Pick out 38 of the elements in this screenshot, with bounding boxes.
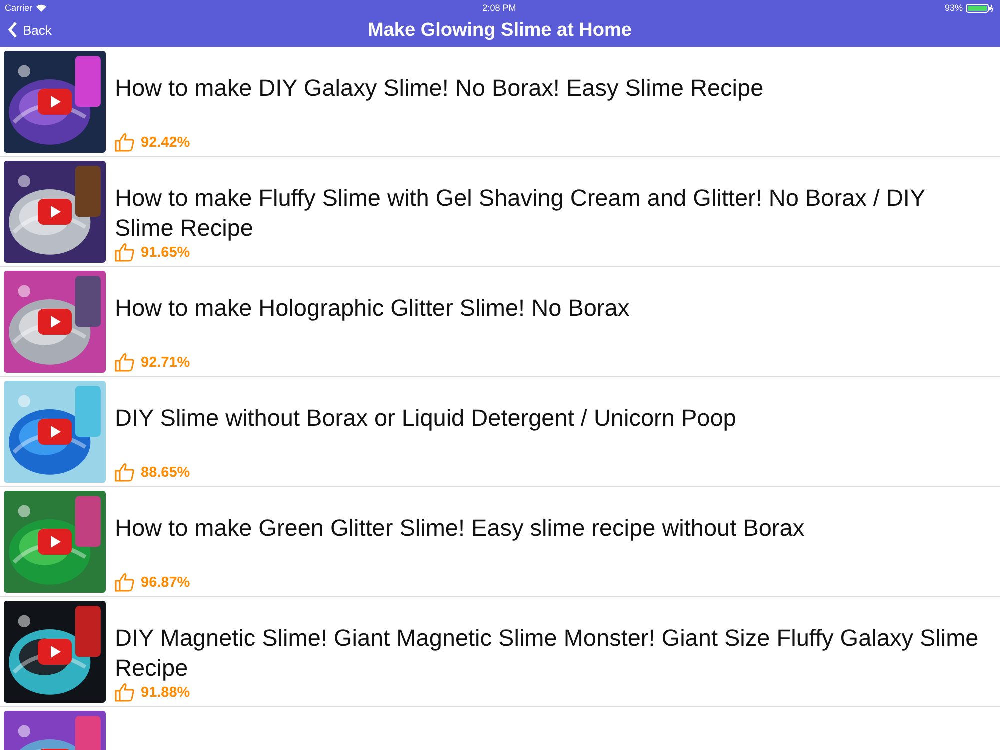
- rating-percent: 91.65%: [141, 244, 190, 260]
- video-row[interactable]: DIY Magnetic Slime! Giant Magnetic Slime Monster! Giant Size Fluffy Galaxy Slime Recipe 91.88%: [0, 597, 1000, 707]
- back-button[interactable]: Back: [8, 22, 52, 38]
- battery-icon: [966, 4, 994, 12]
- video-row[interactable]: How to make Holographic Glitter Slime! No Borax 92.71%: [0, 267, 1000, 377]
- video-row[interactable]: How to make Green Glitter Slime! Easy slime recipe without Borax 96.87%: [0, 487, 1000, 597]
- thumbs-up-icon: [115, 573, 135, 592]
- thumbs-up-icon: [115, 463, 135, 482]
- video-title: How to make Holographic Glitter Slime! No Borax: [115, 294, 631, 323]
- video-title: How to make Fluffy Slime with Gel Shaving Cream and Glitter! No Borax / DIY Slime Recipe: [115, 184, 926, 243]
- video-row[interactable]: How to make Fluffy Slime with Gel Shaving Cream and Glitter! No Borax / DIY Slime Recipe 91.65%: [0, 157, 1000, 267]
- clock-time: 2:08 PM: [482, 3, 516, 13]
- rating-percent: 92.71%: [141, 354, 190, 370]
- play-icon[interactable]: [38, 419, 72, 445]
- page-title: Make Glowing Slime at Home: [368, 20, 632, 42]
- video-title: How to make Green Glitter Slime! Easy slime recipe without Borax: [115, 514, 806, 543]
- video-title: DIY Slime without Borax or Liquid Detergent / Unicorn Poop: [115, 404, 738, 433]
- carrier-name: Carrier: [5, 3, 33, 13]
- play-icon[interactable]: [38, 89, 72, 115]
- video-row[interactable]: How to make DIY Galaxy Slime! No Borax! Easy Slime Recipe 92.42%: [0, 47, 1000, 157]
- video-row[interactable]: DIY Slime without Borax or Liquid Detergent / Unicorn Poop 88.65%: [0, 377, 1000, 487]
- rating-percent: 96.87%: [141, 574, 190, 590]
- video-title: DIY Magnetic Slime! Giant Magnetic Slime Monster! Giant Size Fluffy Galaxy Slime Recipe: [115, 624, 980, 683]
- video-title: How to make DIY Galaxy Slime! No Borax! Easy Slime Recipe: [115, 74, 765, 103]
- battery-percent: 93%: [944, 3, 963, 13]
- rating-percent: 91.88%: [141, 684, 190, 700]
- rating-percent: 88.65%: [141, 464, 190, 480]
- thumbs-up-icon: [115, 683, 135, 702]
- thumbs-up-icon: [115, 353, 135, 372]
- thumbs-up-icon: [115, 133, 135, 152]
- rating-percent: 92.42%: [141, 134, 190, 150]
- thumbs-up-icon: [115, 243, 135, 262]
- play-icon[interactable]: [38, 639, 72, 665]
- wifi-icon: [36, 4, 47, 12]
- chevron-icon[interactable]: [8, 22, 18, 38]
- play-icon[interactable]: [38, 529, 72, 555]
- play-icon[interactable]: [38, 309, 72, 335]
- play-icon[interactable]: [38, 199, 72, 225]
